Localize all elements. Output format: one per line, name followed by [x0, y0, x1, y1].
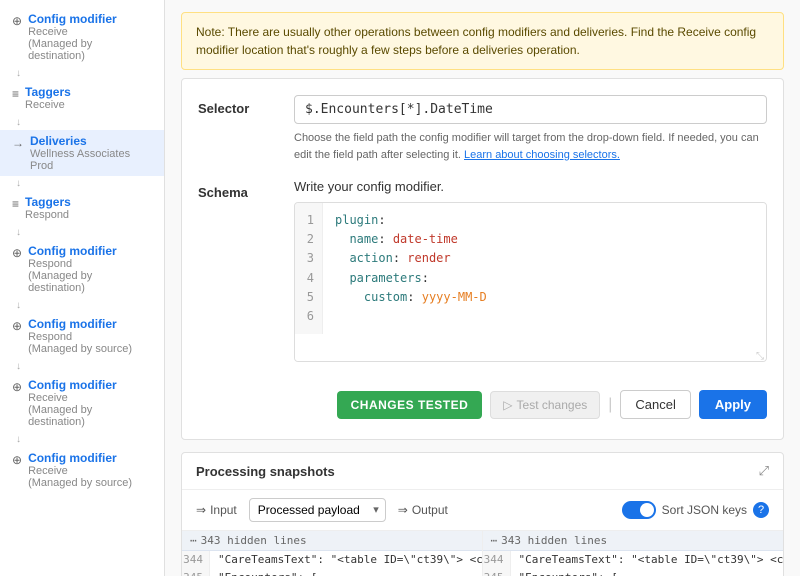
sidebar-item-taggers-1[interactable]: ≡ Taggers Receive: [0, 81, 164, 115]
config-modifier-icon-1: ⊕: [12, 14, 22, 28]
snapshot-toolbar: ⇒ Input Processed payload ⇒ Output Sort …: [182, 490, 783, 531]
sidebar-sublabel-config-modifier-5: Receive(Managed by source): [28, 465, 132, 489]
sidebar-sublabel-taggers-2: Respond: [25, 209, 71, 221]
config-modifier-icon-4: ⊕: [12, 380, 22, 394]
selector-hint-link[interactable]: Learn about choosing selectors.: [464, 149, 620, 161]
selector-row: Selector Choose the field path the confi…: [198, 95, 767, 163]
sidebar-arrow-7: ↓: [0, 432, 164, 447]
sidebar-arrow-5: ↓: [0, 298, 164, 313]
output-label: ⇒ Output: [398, 503, 448, 517]
sidebar-sublabel-config-modifier-3: Respond(Managed by source): [28, 331, 132, 355]
sort-toggle-group: Sort JSON keys ?: [622, 501, 769, 519]
deliveries-icon: →: [12, 136, 24, 150]
sidebar-sublabel-config-modifier-4: Receive(Managed by destination): [28, 392, 152, 428]
hidden-lines-count-left: 343 hidden lines: [201, 534, 307, 547]
diff-col-left: ⋯ 343 hidden lines 344 "CareTeamsText": …: [182, 531, 483, 576]
hidden-lines-icon-right: ⋯: [491, 534, 498, 547]
sidebar-arrow-6: ↓: [0, 359, 164, 374]
sidebar-arrow-2: ↓: [0, 115, 164, 130]
sidebar-label-deliveries: Deliveries: [30, 134, 130, 148]
test-changes-button[interactable]: ▷ Test changes: [490, 391, 600, 419]
schema-content: Write your config modifier. 1 2 3 4 5 6 …: [294, 179, 767, 362]
diff-col-right: ⋯ 343 hidden lines 344 "CareTeamsText": …: [483, 531, 784, 576]
selector-hint: Choose the field path the config modifie…: [294, 130, 767, 163]
sidebar-item-deliveries[interactable]: → Deliveries Wellness AssociatesProd: [0, 130, 164, 176]
input-arrow-icon: ⇒: [196, 503, 206, 517]
help-icon[interactable]: ?: [753, 502, 769, 518]
sidebar-item-config-modifier-2[interactable]: ⊕ Config modifier Respond(Managed by des…: [0, 240, 164, 298]
note-banner: Note: There are usually other operations…: [181, 12, 784, 70]
sidebar-sublabel-config-modifier-1: Receive(Managed by destination): [28, 26, 152, 62]
sidebar-sublabel-deliveries: Wellness AssociatesProd: [30, 148, 130, 172]
sidebar-sublabel-taggers-1: Receive: [25, 99, 71, 111]
config-modifier-icon-3: ⊕: [12, 319, 22, 333]
processing-header: Processing snapshots ⤢: [182, 453, 783, 490]
processing-snapshots-section: Processing snapshots ⤢ ⇒ Input Processed…: [181, 452, 784, 576]
resize-handle[interactable]: ⤡: [752, 347, 766, 361]
hidden-lines-bar-right: ⋯ 343 hidden lines: [483, 531, 784, 551]
main-content: Note: There are usually other operations…: [165, 0, 800, 576]
diff-columns: ⋯ 343 hidden lines 344 "CareTeamsText": …: [182, 531, 783, 576]
hidden-lines-count-right: 343 hidden lines: [501, 534, 607, 547]
diff-line-left-345: 345 "Encounters": [: [182, 569, 482, 576]
sidebar-sublabel-config-modifier-2: Respond(Managed by destination): [28, 258, 152, 294]
diff-line-right-344: 344 "CareTeamsText": "<table ID=\"ct39\"…: [483, 551, 784, 569]
action-bar: CHANGES TESTED ▷ Test changes | Cancel A…: [198, 378, 767, 423]
selector-content: Choose the field path the config modifie…: [294, 95, 767, 163]
sidebar-item-taggers-2[interactable]: ≡ Taggers Respond: [0, 191, 164, 225]
payload-select-wrap: Processed payload: [249, 498, 386, 522]
selector-input[interactable]: [294, 95, 767, 124]
sidebar-label-taggers-1: Taggers: [25, 85, 71, 99]
sidebar-arrow-1: ↓: [0, 66, 164, 81]
taggers-icon-1: ≡: [12, 87, 19, 101]
play-icon: ▷: [503, 398, 512, 412]
apply-button[interactable]: Apply: [699, 390, 767, 419]
config-modifier-icon-5: ⊕: [12, 453, 22, 467]
sidebar-item-config-modifier-4[interactable]: ⊕ Config modifier Receive(Managed by des…: [0, 374, 164, 432]
note-text: Note: There are usually other operations…: [196, 25, 756, 57]
sidebar-label-config-modifier-2: Config modifier: [28, 244, 152, 258]
line-numbers: 1 2 3 4 5 6: [295, 203, 323, 334]
taggers-icon-2: ≡: [12, 197, 19, 211]
sidebar-arrow-4: ↓: [0, 225, 164, 240]
config-modifier-icon-2: ⊕: [12, 246, 22, 260]
sort-json-label: Sort JSON keys: [662, 503, 747, 517]
diff-line-left-344: 344 "CareTeamsText": "<table ID=\"ct39\"…: [182, 551, 482, 569]
sidebar: ⊕ Config modifier Receive(Managed by des…: [0, 0, 165, 576]
processing-title: Processing snapshots: [196, 464, 335, 479]
schema-row: Schema Write your config modifier. 1 2 3…: [198, 179, 767, 362]
cancel-button[interactable]: Cancel: [620, 390, 690, 419]
sidebar-label-config-modifier-5: Config modifier: [28, 451, 132, 465]
code-editor[interactable]: 1 2 3 4 5 6 plugin: name: date-time acti…: [294, 202, 767, 362]
selector-label: Selector: [198, 95, 278, 116]
form-section: Selector Choose the field path the confi…: [181, 78, 784, 440]
output-arrow-icon: ⇒: [398, 503, 408, 517]
sidebar-label-config-modifier-4: Config modifier: [28, 378, 152, 392]
changes-tested-button: CHANGES TESTED: [337, 391, 483, 419]
sidebar-arrow-3: ↓: [0, 176, 164, 191]
sidebar-item-config-modifier-3[interactable]: ⊕ Config modifier Respond(Managed by sou…: [0, 313, 164, 359]
sidebar-label-config-modifier-3: Config modifier: [28, 317, 132, 331]
code-content: plugin: name: date-time action: render p…: [323, 203, 766, 334]
input-label: ⇒ Input: [196, 503, 237, 517]
sidebar-label-taggers-2: Taggers: [25, 195, 71, 209]
schema-description: Write your config modifier.: [294, 179, 767, 194]
sort-json-toggle[interactable]: [622, 501, 656, 519]
schema-label: Schema: [198, 179, 278, 200]
expand-icon[interactable]: ⤢: [759, 463, 769, 479]
sidebar-label-config-modifier-1: Config modifier: [28, 12, 152, 26]
hidden-lines-icon-left: ⋯: [190, 534, 197, 547]
hidden-lines-bar-left: ⋯ 343 hidden lines: [182, 531, 482, 551]
sidebar-item-config-modifier-5[interactable]: ⊕ Config modifier Receive(Managed by sou…: [0, 447, 164, 493]
payload-select[interactable]: Processed payload: [249, 498, 386, 522]
sidebar-item-config-modifier-1[interactable]: ⊕ Config modifier Receive(Managed by des…: [0, 8, 164, 66]
diff-line-right-345: 345 "Encounters": [: [483, 569, 784, 576]
action-separator: |: [608, 396, 612, 414]
